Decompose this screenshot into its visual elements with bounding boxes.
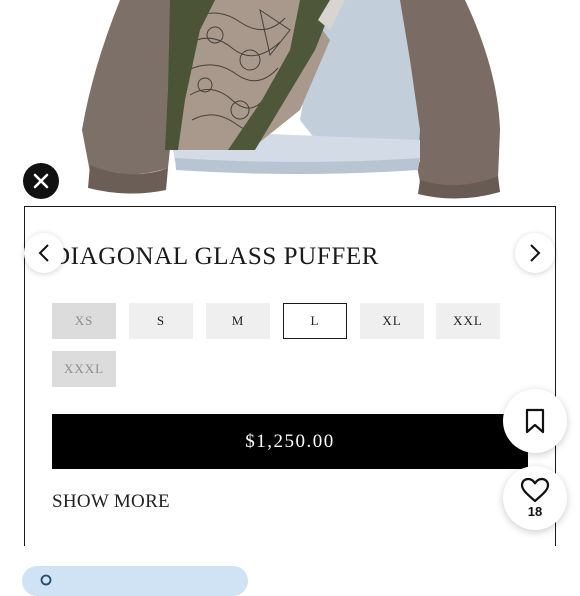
like-count: 18 [527,504,543,519]
bookmark-button[interactable] [503,389,567,453]
close-icon [33,173,49,189]
chevron-left-icon [38,244,49,262]
bookmark-icon [525,408,545,434]
size-option-xxxl[interactable]: XXXL [52,351,116,387]
search-pill[interactable] [22,566,248,596]
like-button[interactable]: 18 [503,466,567,530]
product-image [0,0,580,205]
price-label: $1,250.00 [245,430,335,452]
heart-icon [520,477,550,503]
chevron-right-icon [530,244,541,262]
show-more-link[interactable]: SHOW MORE [52,491,170,513]
search-icon [40,574,52,586]
jacket-illustration [82,0,500,199]
next-image-button[interactable] [515,233,555,273]
size-option-xxl[interactable]: XXL [436,303,500,339]
size-option-s[interactable]: S [129,303,193,339]
size-option-xs[interactable]: XS [52,303,116,339]
size-option-l[interactable]: L [283,303,347,339]
close-button[interactable] [23,163,59,199]
add-to-bag-button[interactable]: $1,250.00 [52,414,528,469]
previous-image-button[interactable] [24,233,64,273]
size-option-xl[interactable]: XL [360,303,424,339]
size-option-m[interactable]: M [206,303,270,339]
product-title: DIAGONAL GLASS PUFFER [52,243,379,270]
